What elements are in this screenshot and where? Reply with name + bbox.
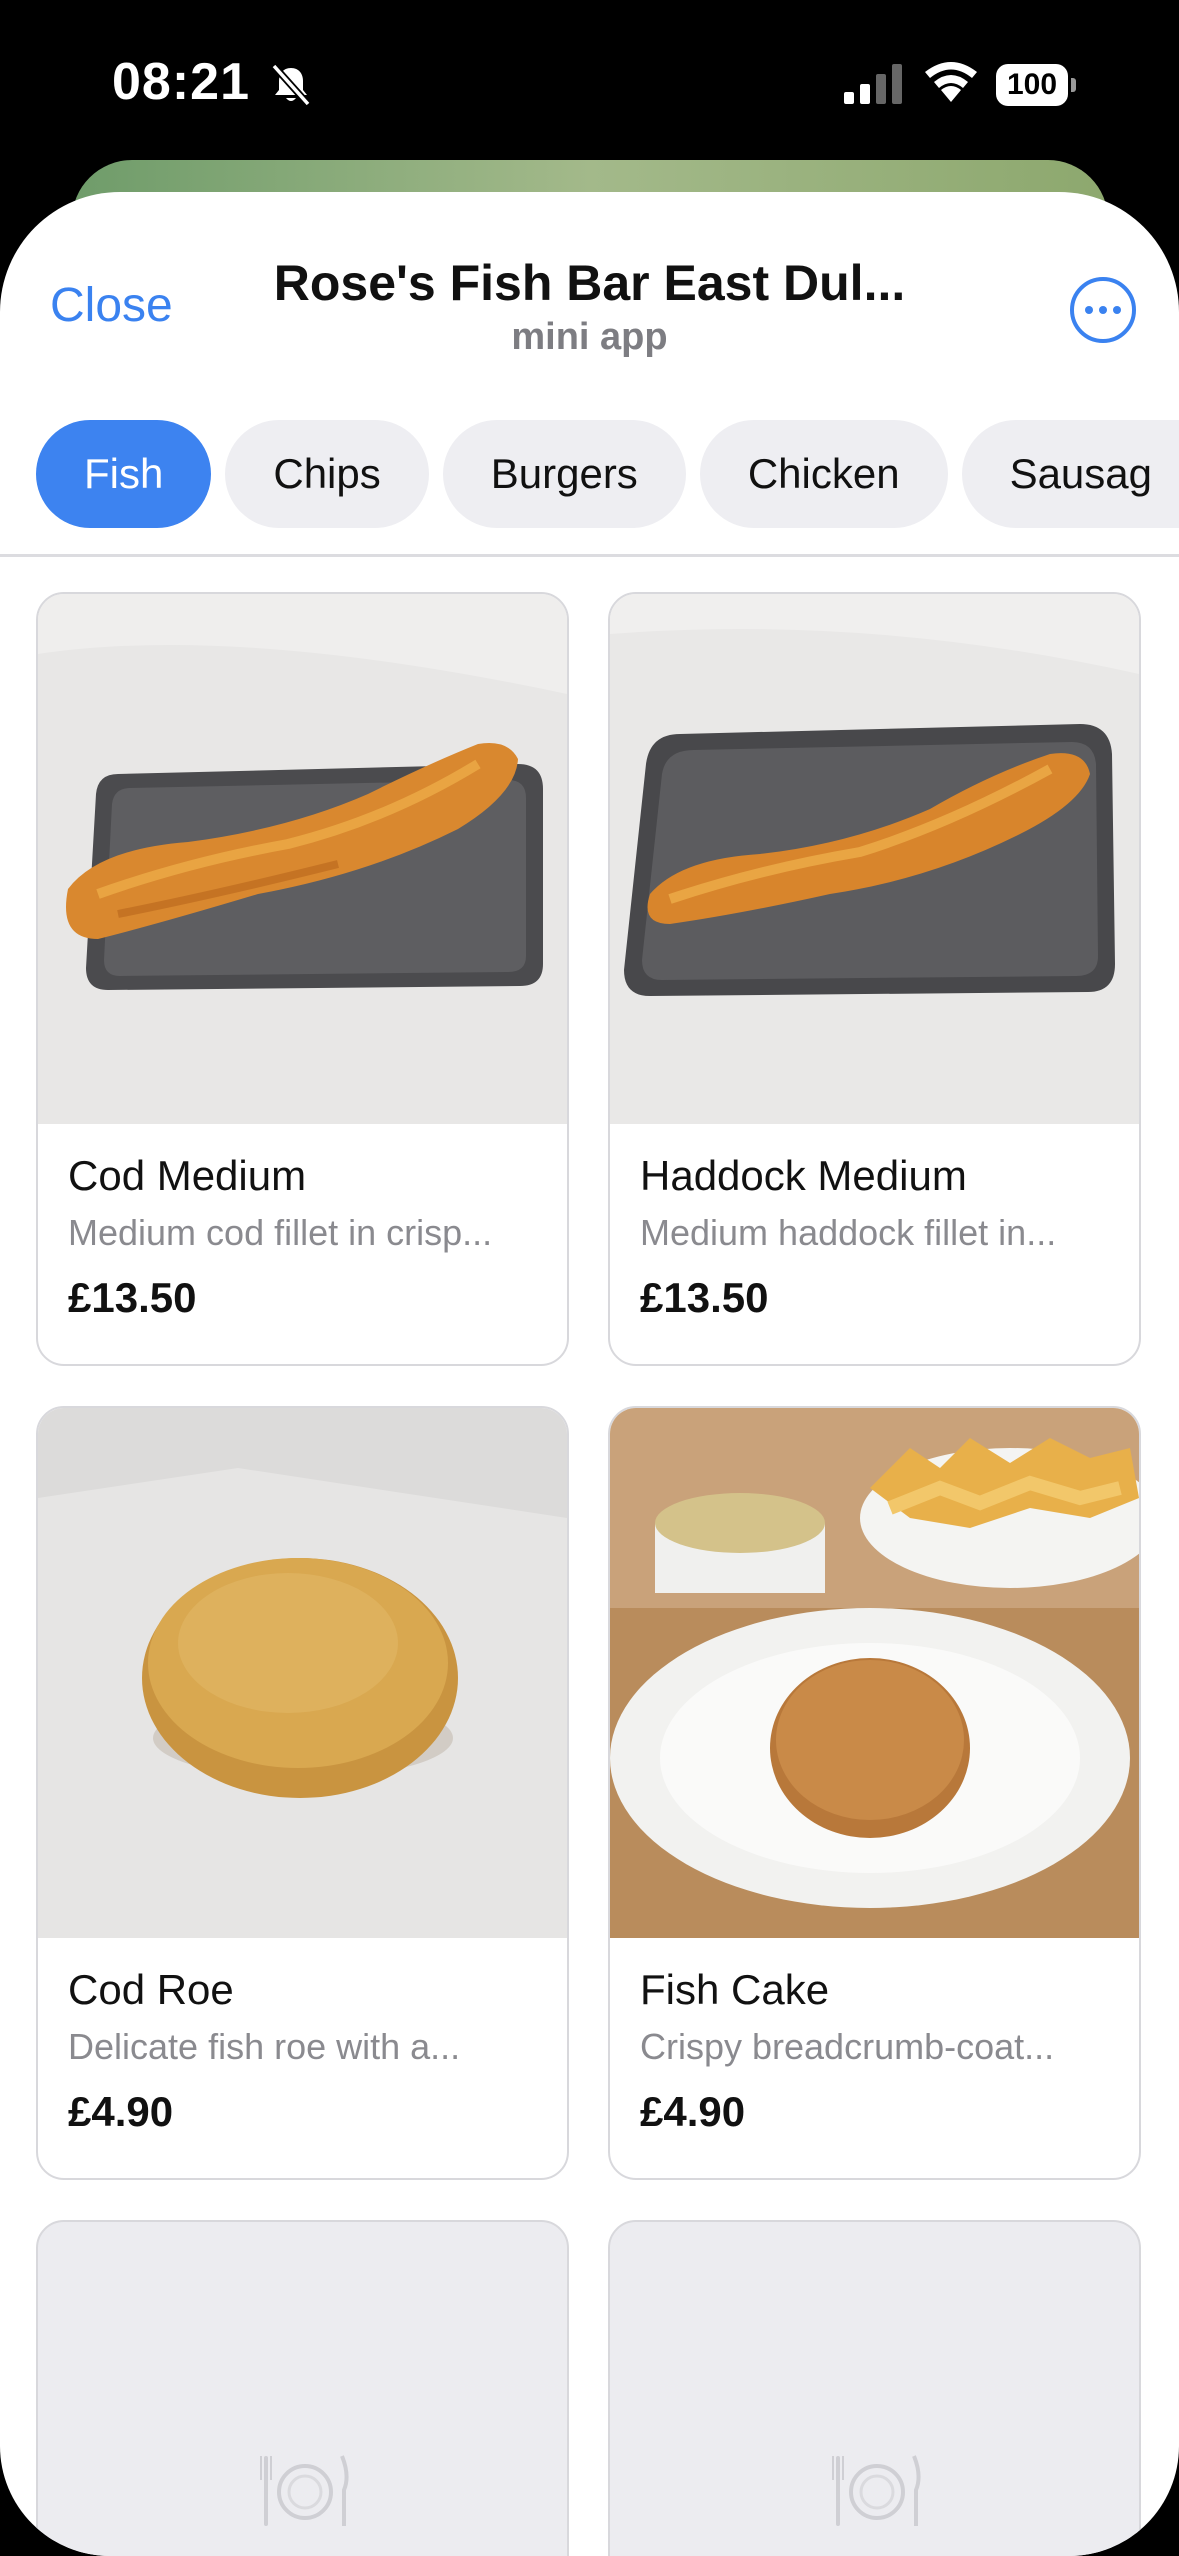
battery-indicator: 100 — [996, 64, 1076, 106]
bell-slash-icon — [271, 63, 311, 107]
product-image — [610, 594, 1139, 1124]
product-price: £13.50 — [640, 1274, 769, 1321]
app-subtitle: mini app — [511, 316, 668, 358]
wifi-icon — [925, 62, 977, 102]
product-price: £4.90 — [68, 2088, 174, 2135]
tab-burgers[interactable]: Burgers — [442, 420, 686, 528]
mini-app-sheet: Close Rose's Fish Bar East Dul... mini a… — [0, 192, 1179, 2556]
sheet-header: Close Rose's Fish Bar East Dul... mini a… — [0, 192, 1179, 392]
tab-divider — [0, 554, 1179, 557]
product-image — [38, 594, 567, 1124]
product-description: Medium cod fillet in crisp... — [68, 1212, 493, 1253]
battery-level: 100 — [996, 64, 1068, 106]
tab-chicken[interactable]: Chicken — [699, 420, 948, 528]
tab-chips[interactable]: Chips — [225, 420, 429, 528]
app-title: Rose's Fish Bar East Dul... — [273, 255, 906, 311]
category-tabs: Fish Chips Burgers Chicken Sausag — [36, 420, 1179, 528]
product-image — [610, 1408, 1139, 1938]
product-name: Cod Medium — [68, 1152, 307, 1199]
cellular-signal-icon — [844, 64, 902, 104]
product-image — [38, 1408, 567, 1938]
status-time: 08:21 — [112, 53, 250, 111]
plate-cutlery-icon — [832, 2455, 921, 2526]
product-card-placeholder[interactable] — [608, 2220, 1141, 2556]
product-price: £4.90 — [640, 2088, 746, 2135]
more-options-icon[interactable] — [1070, 277, 1136, 343]
product-name: Cod Roe — [68, 1966, 234, 2013]
plate-cutlery-icon — [260, 2455, 349, 2526]
product-card[interactable]: Cod Roe Delicate fish roe with a... £4.9… — [36, 1406, 569, 2180]
product-description: Crispy breadcrumb-coat... — [640, 2026, 1055, 2067]
product-price: £13.50 — [68, 1274, 197, 1321]
product-description: Delicate fish roe with a... — [68, 2026, 461, 2067]
product-description: Medium haddock fillet in... — [640, 1212, 1057, 1253]
tab-sausages[interactable]: Sausag — [961, 420, 1179, 528]
product-name: Haddock Medium — [640, 1152, 967, 1199]
status-bar: 08:21 100 — [0, 0, 1179, 170]
tab-fish[interactable]: Fish — [36, 420, 212, 528]
product-card[interactable]: Cod Medium Medium cod fillet in crisp...… — [36, 592, 569, 1366]
product-card[interactable]: Fish Cake Crispy breadcrumb-coat... £4.9… — [608, 1406, 1141, 2180]
battery-tip — [1071, 78, 1076, 92]
close-button[interactable]: Close — [50, 278, 173, 333]
product-card[interactable]: Haddock Medium Medium haddock fillet in.… — [608, 592, 1141, 1366]
product-card-placeholder[interactable] — [36, 2220, 569, 2556]
product-name: Fish Cake — [640, 1966, 830, 2013]
